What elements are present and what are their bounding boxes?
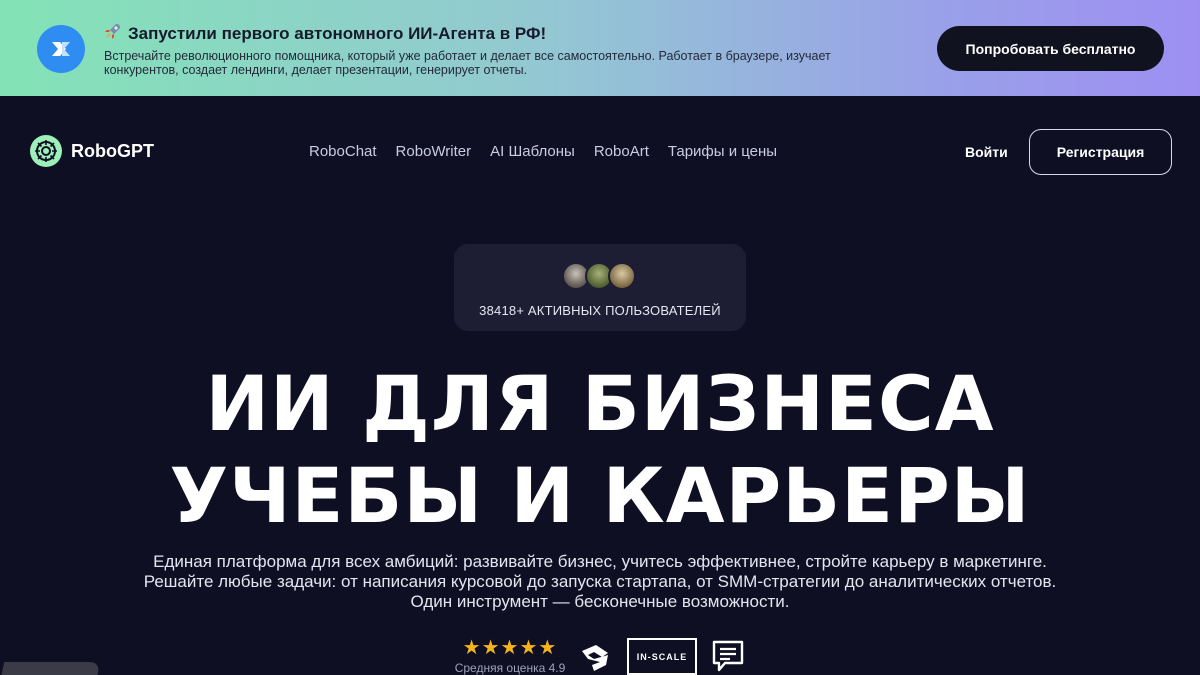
hero-description: Единая платформа для всех амбиций: разви… — [143, 552, 1057, 611]
register-button[interactable]: Регистрация — [1029, 129, 1172, 175]
chat-bubble-icon — [711, 639, 745, 673]
rating: ★★★★★ Средняя оценка 4.9 — [452, 638, 568, 675]
partner-logo-icon — [578, 641, 612, 675]
rocket-icon — [104, 22, 122, 46]
avatar — [608, 262, 636, 290]
hero-title: ИИ ДЛЯ БИЗНЕСА УЧЕБЫ И КАРЬЕРЫ — [0, 358, 1200, 542]
agent-logo-icon — [37, 25, 85, 73]
banner-title: Запустили первого автономного ИИ-Агента … — [104, 22, 864, 46]
nav-item-ai-templates[interactable]: AI Шаблоны — [490, 143, 575, 160]
main-nav: RoboGPT RoboChat RoboWriter AI Шаблоны R… — [0, 96, 1200, 208]
inscale-logo: IN-SCALE — [627, 638, 697, 675]
nav-item-robochat[interactable]: RoboChat — [309, 143, 377, 160]
device-mockup-edge — [0, 662, 101, 675]
banner-title-text: Запустили первого автономного ИИ-Агента … — [128, 24, 547, 43]
brand-name: RoboGPT — [71, 140, 154, 161]
hero-title-line2: УЧЕБЫ И КАРЬЕРЫ — [169, 451, 1031, 540]
banner-description: Встречайте революционного помощника, кот… — [104, 49, 831, 77]
brand[interactable]: RoboGPT — [30, 135, 154, 167]
active-users-count: 38418+ АКТИВНЫХ ПОЛЬЗОВАТЕЛЕЙ — [479, 303, 721, 318]
robogpt-logo-icon — [30, 135, 62, 167]
banner-text: Запустили первого автономного ИИ-Агента … — [104, 22, 864, 77]
nav-item-robowriter[interactable]: RoboWriter — [396, 143, 472, 160]
login-link[interactable]: Войти — [965, 144, 1008, 160]
nav-item-pricing[interactable]: Тарифы и цены — [668, 143, 777, 160]
hero-title-line1: ИИ ДЛЯ БИЗНЕСА — [205, 359, 995, 448]
nav-menu: RoboChat RoboWriter AI Шаблоны RoboArt Т… — [309, 143, 777, 160]
nav-item-roboart[interactable]: RoboArt — [594, 143, 649, 160]
active-users-card: 38418+ АКТИВНЫХ ПОЛЬЗОВАТЕЛЕЙ — [454, 244, 746, 331]
rating-stars: ★★★★★ — [462, 637, 558, 659]
promo-banner: Запустили первого автономного ИИ-Агента … — [0, 0, 1200, 96]
avatar-group — [562, 262, 636, 290]
try-free-button[interactable]: Попробовать бесплатно — [937, 26, 1164, 71]
rating-label: Средняя оценка 4.9 — [454, 661, 566, 675]
